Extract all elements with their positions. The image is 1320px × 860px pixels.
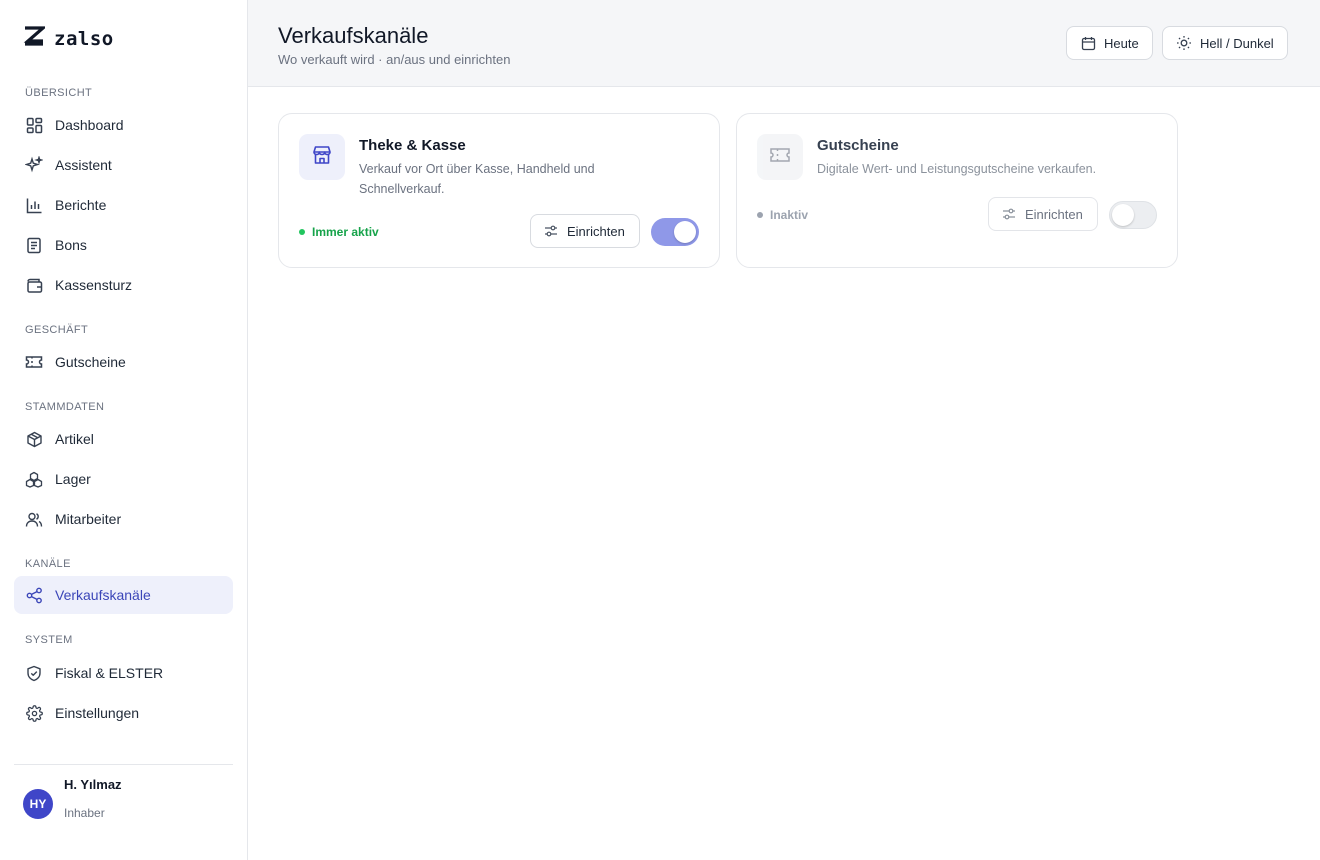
channel-card-theke: Theke & Kasse Verkauf vor Ort über Kasse… <box>278 113 720 268</box>
sidebar-item-label: Assistent <box>55 157 112 173</box>
sidebar-item-label: Verkaufskanäle <box>55 587 151 603</box>
ticket-icon <box>25 353 43 371</box>
section-label-uebersicht: ÜBERSICHT <box>25 87 93 99</box>
sidebar-item-mitarbeiter[interactable]: Mitarbeiter <box>14 500 233 538</box>
sidebar-item-label: Mitarbeiter <box>55 511 122 527</box>
sidebar-item-berichte[interactable]: Berichte <box>14 186 233 224</box>
sidebar-item-assistent[interactable]: Assistent <box>14 146 233 184</box>
sidebar-item-einstellungen[interactable]: Einstellungen <box>14 694 233 732</box>
toggle-knob <box>674 221 696 243</box>
app-name: zalso <box>54 27 114 50</box>
sidebar-item-label: Dashboard <box>55 117 124 133</box>
theme-toggle-button[interactable]: Hell / Dunkel <box>1162 26 1288 60</box>
status-badge: Inaktiv <box>757 208 808 222</box>
status-dot <box>299 229 305 235</box>
sidebar-item-label: Artikel <box>55 431 94 447</box>
setup-button[interactable]: Einrichten <box>988 197 1098 231</box>
sidebar-item-bons[interactable]: Bons <box>14 226 233 264</box>
sidebar-item-label: Fiskal & ELSTER <box>55 665 164 681</box>
theme-label: Hell / Dunkel <box>1200 35 1274 51</box>
sidebar-item-gutscheine[interactable]: Gutscheine <box>14 343 233 381</box>
channel-card-gutscheine: Gutscheine Digitale Wert- und Leistungsg… <box>736 113 1178 268</box>
sidebar-item-label: Lager <box>55 471 91 487</box>
sliders-icon <box>544 224 558 238</box>
setup-label: Einrichten <box>1025 206 1083 222</box>
status-text: Immer aktiv <box>312 225 379 239</box>
status-badge: Immer aktiv <box>299 225 379 239</box>
channel-toggle[interactable] <box>651 218 699 246</box>
boxes-icon <box>25 470 43 488</box>
ticket-icon <box>769 146 791 169</box>
today-button[interactable]: Heute <box>1066 26 1153 60</box>
user-divider <box>14 764 233 765</box>
channel-title: Gutscheine <box>817 137 899 154</box>
receipt-icon <box>25 236 43 254</box>
sidebar-item-dashboard[interactable]: Dashboard <box>14 106 233 144</box>
users-icon <box>25 510 43 528</box>
store-icon <box>311 144 333 171</box>
sidebar-item-label: Gutscheine <box>55 354 126 370</box>
sidebar-item-artikel[interactable]: Artikel <box>14 420 233 458</box>
wallet-icon <box>25 276 43 294</box>
sidebar-item-lager[interactable]: Lager <box>14 460 233 498</box>
channel-icon-box <box>299 134 345 180</box>
app-logo[interactable]: zalso <box>23 26 114 51</box>
toggle-knob <box>1112 204 1134 226</box>
channel-toggle[interactable] <box>1109 201 1157 229</box>
z-logo-icon <box>23 26 48 51</box>
sidebar-item-fiskal[interactable]: Fiskal & ELSTER <box>14 654 233 692</box>
sliders-icon <box>1002 207 1016 221</box>
shield-icon <box>25 664 43 682</box>
sparkles-icon <box>25 156 43 174</box>
today-label: Heute <box>1104 35 1139 51</box>
grid-icon <box>25 116 43 134</box>
sidebar: zalso ÜBERSICHT Dashboard Assistent Beri… <box>0 0 248 860</box>
setup-button[interactable]: Einrichten <box>530 214 640 248</box>
channel-description: Digitale Wert- und Leistungsgutscheine v… <box>817 162 1097 176</box>
sidebar-item-kassensturz[interactable]: Kassensturz <box>14 266 233 304</box>
share-icon <box>25 586 43 604</box>
bar-chart-icon <box>25 196 43 214</box>
status-dot <box>757 212 763 218</box>
user-role: Inhaber <box>64 806 105 820</box>
gear-icon <box>25 704 43 722</box>
channel-icon-box <box>757 134 803 180</box>
status-text: Inaktiv <box>770 208 809 222</box>
sidebar-item-label: Bons <box>55 237 87 253</box>
sun-icon <box>1176 35 1192 51</box>
page-header: Verkaufskanäle Wo verkauft wird · an/aus… <box>248 0 1320 87</box>
calendar-icon <box>1080 35 1096 51</box>
sidebar-item-verkaufskanaele[interactable]: Verkaufskanäle <box>14 576 233 614</box>
sidebar-item-label: Berichte <box>55 197 107 213</box>
page-title: Verkaufskanäle <box>278 23 429 48</box>
user-name: H. Yılmaz <box>64 777 122 792</box>
box-icon <box>25 430 43 448</box>
page-subtitle: Wo verkauft wird · an/aus und einrichten <box>278 52 511 67</box>
section-label-stammdaten: STAMMDATEN <box>25 401 105 413</box>
setup-label: Einrichten <box>567 223 625 239</box>
channel-title: Theke & Kasse <box>359 137 466 154</box>
sidebar-item-label: Einstellungen <box>55 705 140 721</box>
section-label-system: SYSTEM <box>25 634 73 646</box>
section-label-geschaeft: GESCHÄFT <box>25 324 89 336</box>
sidebar-item-label: Kassensturz <box>55 277 133 293</box>
section-label-kanaele: KANÄLE <box>25 558 71 570</box>
avatar[interactable]: HY <box>23 789 53 819</box>
channel-description: Verkauf vor Ort über Kasse, Handheld und… <box>359 162 595 196</box>
